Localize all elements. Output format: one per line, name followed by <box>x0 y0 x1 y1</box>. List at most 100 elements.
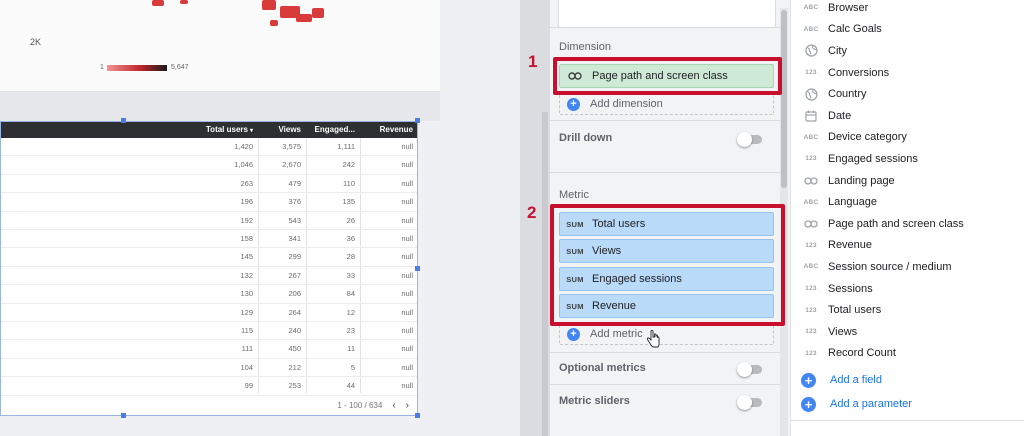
data-table[interactable]: Total users ▾ Views Engaged... Revenue 1,… <box>0 121 418 416</box>
field-label: Conversions <box>828 66 890 79</box>
field-label: Page path and screen class <box>828 217 964 230</box>
table-row[interactable]: 99 253 44 null <box>1 377 417 396</box>
drill-down-row: Drill down <box>559 132 774 148</box>
table-row[interactable]: 104 212 5 null <box>1 359 417 378</box>
field-label: Landing page <box>828 174 895 187</box>
data-source-box[interactable] <box>558 0 776 28</box>
table-cell: 264 <box>288 307 301 317</box>
add-parameter-label: Add a parameter <box>830 398 912 410</box>
resize-handle[interactable] <box>415 266 420 271</box>
field-item[interactable]: 123 Revenue <box>791 235 1024 257</box>
table-row[interactable]: 1,046 2,670 242 null <box>1 156 417 175</box>
section-divider <box>550 172 780 173</box>
table-cell: 44 <box>346 381 355 391</box>
setup-scrollbar-thumb[interactable] <box>781 10 787 188</box>
table-row[interactable]: 129 264 12 null <box>1 304 417 322</box>
field-item[interactable]: ABC Browser <box>791 0 1024 19</box>
optional-metrics-toggle-knob[interactable] <box>737 362 752 377</box>
metric-sliders-label: Metric sliders <box>559 395 630 407</box>
report-canvas[interactable]: 2K 1 5,647 Total users ▾ Views Engaged...… <box>0 0 520 436</box>
field-label: Device category <box>828 131 907 144</box>
table-cell: 267 <box>288 270 301 280</box>
field-label: City <box>828 44 847 57</box>
field-item[interactable]: Country <box>791 83 1024 105</box>
field-item[interactable]: 123 Views <box>791 321 1024 343</box>
map-region <box>262 0 276 10</box>
table-cell: 212 <box>288 362 301 372</box>
add-dimension-button[interactable]: + Add dimension <box>559 93 774 115</box>
table-cell: null <box>401 270 413 280</box>
field-item[interactable]: ABC Session source / medium <box>791 256 1024 278</box>
table-row[interactable]: 130 206 84 null <box>1 285 417 304</box>
table-row[interactable]: 192 543 26 null <box>1 212 417 230</box>
table-cell: 158 <box>240 234 253 243</box>
add-parameter-button[interactable]: + Add a parameter <box>791 393 1024 415</box>
table-row[interactable]: 196 376 135 null <box>1 193 417 212</box>
table-cell: 115 <box>241 326 253 335</box>
field-item[interactable]: Date <box>791 105 1024 127</box>
table-cell: 28 <box>346 252 355 262</box>
column-header-revenue[interactable]: Revenue <box>359 122 417 138</box>
annotation-marker-2: 2 <box>527 203 537 222</box>
resize-handle[interactable] <box>415 118 420 123</box>
table-row[interactable]: 1,420 3,575 1,111 null <box>1 138 417 157</box>
table-cell: 11 <box>347 344 355 354</box>
table-row[interactable]: 158 341 36 null <box>1 230 417 249</box>
column-header-total-users[interactable]: Total users ▾ <box>181 122 257 138</box>
field-item[interactable]: 123 Sessions <box>791 278 1024 300</box>
table-cell: null <box>401 142 413 151</box>
table-cell: 299 <box>288 252 301 262</box>
field-label: Record Count <box>828 347 896 360</box>
sort-desc-icon[interactable]: ▾ <box>250 128 253 134</box>
field-item[interactable]: Page path and screen class <box>791 213 1024 235</box>
field-item[interactable]: Landing page <box>791 170 1024 192</box>
text-type-icon: ABC <box>803 25 819 33</box>
resize-handle[interactable] <box>121 118 126 123</box>
add-metric-button[interactable]: + Add metric <box>559 323 774 348</box>
section-divider <box>550 352 780 353</box>
metric-sliders-toggle-knob[interactable] <box>737 395 752 410</box>
field-item[interactable]: ABC Calc Goals <box>791 19 1024 41</box>
table-cell: 36 <box>346 234 355 243</box>
column-header-views[interactable]: Views <box>257 122 305 138</box>
table-row[interactable]: 111 450 11 null <box>1 340 417 359</box>
field-item[interactable]: 123 Engaged sessions <box>791 148 1024 170</box>
table-cell: null <box>401 326 413 335</box>
table-row[interactable]: 263 479 110 null <box>1 175 417 194</box>
table-cell: 450 <box>288 344 301 354</box>
drill-down-toggle-knob[interactable] <box>737 132 752 147</box>
add-field-label: Add a field <box>830 374 882 386</box>
globe-icon <box>801 44 821 58</box>
section-divider <box>550 27 780 28</box>
field-item[interactable]: 123 Total users <box>791 299 1024 321</box>
field-label: Calc Goals <box>828 23 882 36</box>
prev-page-button[interactable]: ‹ <box>392 400 395 411</box>
resize-handle[interactable] <box>121 413 126 418</box>
plus-icon: + <box>567 327 580 341</box>
field-item[interactable]: 123 Record Count <box>791 343 1024 365</box>
annotation-box-metrics <box>550 204 785 326</box>
table-cell: 145 <box>240 252 253 262</box>
resize-handle[interactable] <box>415 413 420 418</box>
metric-section-title: Metric <box>559 189 589 201</box>
table-row[interactable]: 145 299 28 null <box>1 248 417 267</box>
table-cell: 99 <box>244 381 253 391</box>
field-item[interactable]: City <box>791 40 1024 62</box>
available-fields-panel: ABC Browser ABC Calc Goals City 123 Conversion… <box>790 0 1024 436</box>
field-item[interactable]: ABC Device category <box>791 127 1024 149</box>
field-label: Country <box>828 88 867 101</box>
geo-map-chart[interactable]: 2K 1 5,647 <box>0 0 440 92</box>
table-cell: 12 <box>346 307 355 317</box>
column-header-engaged[interactable]: Engaged... <box>305 122 359 138</box>
field-item[interactable]: 123 Conversions <box>791 62 1024 84</box>
table-row[interactable]: 115 240 23 null <box>1 322 417 341</box>
map-region <box>152 0 164 6</box>
pagination-range: 1 - 100 / 634 <box>337 401 383 410</box>
table-row[interactable]: 132 267 33 null <box>1 267 417 286</box>
panel-divider-inner <box>542 112 548 436</box>
table-cell: 132 <box>240 270 253 280</box>
add-field-button[interactable]: + Add a field <box>791 369 1024 391</box>
field-item[interactable]: ABC Language <box>791 191 1024 213</box>
section-divider <box>550 384 780 385</box>
next-page-button[interactable]: › <box>406 400 409 411</box>
